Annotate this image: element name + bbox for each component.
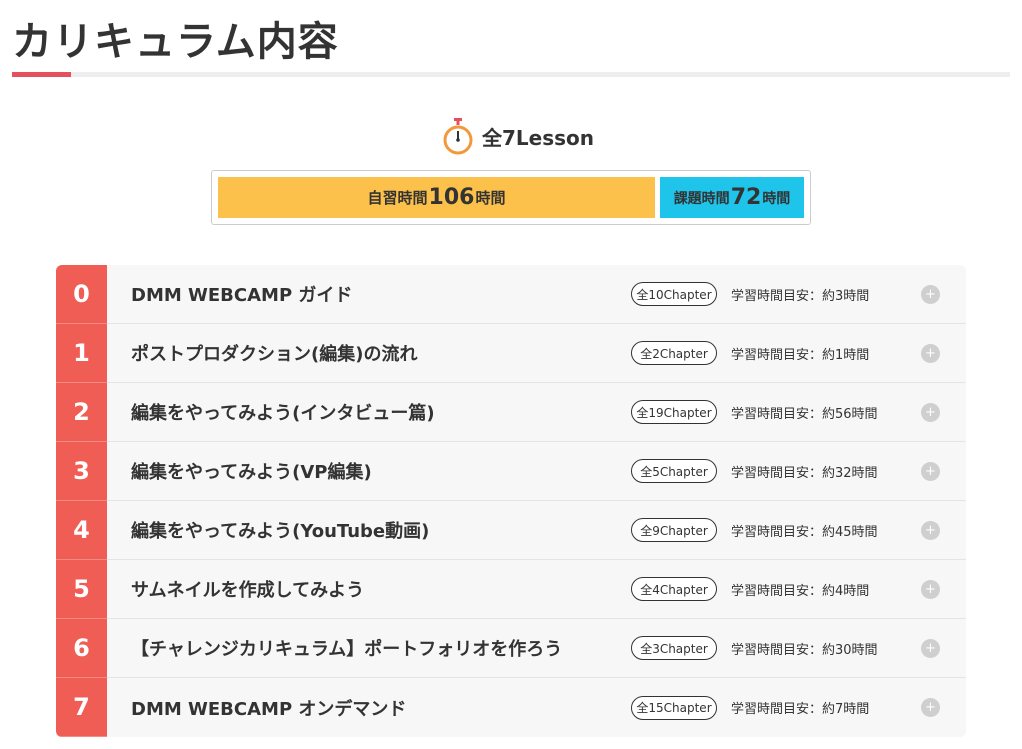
lesson-title: 編集をやってみよう(インタビュー篇)	[131, 403, 435, 424]
assignment-prefix: 課題時間	[673, 190, 730, 207]
lesson-row[interactable]: 5 サムネイルを作成してみよう 全4Chapter 学習時間目安：約4時間 +	[56, 559, 966, 619]
curriculum-list: 0 DMM WEBCAMP ガイド 全10Chapter 学習時間目安：約3時間…	[56, 265, 966, 737]
lesson-number: 1	[56, 323, 107, 383]
lesson-title: ポストプロダクション(編集)の流れ	[131, 344, 418, 365]
lesson-title: DMM WEBCAMP ガイド	[131, 285, 353, 306]
chapter-count-badge: 全5Chapter	[631, 459, 717, 483]
self-study-time: 自習時間 106 時間	[218, 177, 655, 218]
lesson-number: 5	[56, 559, 107, 619]
study-time-estimate: 学習時間目安：約1時間	[731, 347, 870, 363]
lesson-title: サムネイルを作成してみよう	[131, 580, 365, 601]
plus-icon[interactable]: +	[921, 638, 940, 658]
lesson-row[interactable]: 7 DMM WEBCAMP オンデマンド 全15Chapter 学習時間目安：約…	[56, 678, 966, 737]
study-time-estimate: 学習時間目安：約45時間	[731, 524, 878, 540]
study-time-summary: 自習時間 106 時間 課題時間 72 時間	[211, 170, 811, 225]
lesson-row[interactable]: 3 編集をやってみよう(VP編集) 全5Chapter 学習時間目安：約32時間…	[56, 441, 966, 501]
assignment-hours: 72	[730, 185, 762, 210]
plus-icon[interactable]: +	[921, 461, 940, 481]
heading-underline	[12, 72, 1010, 77]
plus-icon[interactable]: +	[921, 579, 940, 599]
study-time-estimate: 学習時間目安：約32時間	[731, 465, 878, 481]
plus-icon[interactable]: +	[921, 520, 940, 540]
chapter-count-badge: 全15Chapter	[631, 695, 717, 720]
lesson-title: DMM WEBCAMP オンデマンド	[131, 698, 407, 720]
heading-underline-accent	[12, 72, 71, 77]
study-time-estimate: 学習時間目安：約7時間	[731, 702, 870, 717]
chapter-count-badge: 全4Chapter	[631, 577, 717, 601]
study-time-estimate: 学習時間目安：約4時間	[731, 583, 870, 599]
chapter-count-badge: 全19Chapter	[631, 400, 717, 424]
chapter-count-badge: 全10Chapter	[631, 282, 717, 306]
lesson-row[interactable]: 6 【チャレンジカリキュラム】ポートフォリオを作ろう 全3Chapter 学習時…	[56, 618, 966, 678]
lesson-row[interactable]: 0 DMM WEBCAMP ガイド 全10Chapter 学習時間目安：約3時間…	[56, 265, 966, 324]
plus-icon[interactable]: +	[921, 402, 940, 422]
lesson-number: 6	[56, 618, 107, 678]
lesson-title: 編集をやってみよう(VP編集)	[131, 462, 372, 483]
plus-icon[interactable]: +	[921, 698, 940, 717]
stopwatch-icon	[443, 118, 473, 155]
lesson-number: 7	[56, 678, 107, 737]
study-time-estimate: 学習時間目安：約30時間	[731, 642, 878, 658]
lesson-total: 全7Lesson	[442, 116, 594, 156]
self-study-prefix: 自習時間	[367, 189, 428, 207]
lesson-row[interactable]: 1 ポストプロダクション(編集)の流れ 全2Chapter 学習時間目安：約1時…	[56, 323, 966, 383]
chapter-count-badge: 全2Chapter	[631, 341, 717, 365]
lesson-title: 編集をやってみよう(YouTube動画)	[131, 521, 430, 542]
lesson-row[interactable]: 4 編集をやってみよう(YouTube動画) 全9Chapter 学習時間目安：…	[56, 500, 966, 560]
self-study-hours: 106	[428, 185, 475, 210]
study-time-estimate: 学習時間目安：約56時間	[731, 406, 878, 422]
lesson-number: 2	[56, 382, 107, 442]
lesson-title: 【チャレンジカリキュラム】ポートフォリオを作ろう	[131, 639, 563, 660]
study-time-estimate: 学習時間目安：約3時間	[731, 288, 870, 304]
lesson-number: 3	[56, 441, 107, 501]
lesson-row[interactable]: 2 編集をやってみよう(インタビュー篇) 全19Chapter 学習時間目安：約…	[56, 382, 966, 442]
assignment-suffix: 時間	[762, 190, 791, 207]
lesson-number: 0	[56, 265, 107, 324]
plus-icon[interactable]: +	[921, 284, 940, 304]
chapter-count-badge: 全3Chapter	[631, 636, 717, 660]
assignment-time: 課題時間 72 時間	[660, 177, 804, 218]
lesson-total-label: 全7Lesson	[482, 125, 595, 150]
plus-icon[interactable]: +	[921, 343, 940, 363]
page-title: カリキュラム内容	[12, 19, 339, 65]
lesson-number: 4	[56, 500, 107, 560]
chapter-count-badge: 全9Chapter	[631, 518, 717, 542]
self-study-suffix: 時間	[475, 189, 506, 207]
